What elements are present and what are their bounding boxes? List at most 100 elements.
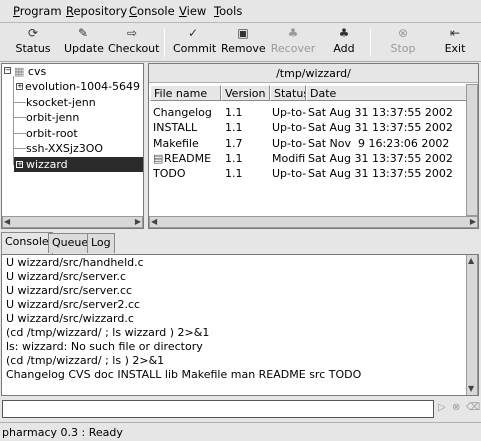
console-vertical-scrollbar[interactable]: ▲ ▼ — [466, 255, 478, 395]
update-icon: ✎ — [77, 26, 89, 40]
trash-icon: ▣ — [237, 26, 249, 40]
column-header-file-name[interactable]: File name — [150, 85, 221, 101]
file-status-cell: Modifi — [272, 152, 306, 165]
console-line: ls: wizzard: No such file or directory — [6, 340, 203, 353]
arrow-left-icon[interactable]: ◀ — [151, 217, 157, 227]
file-status-cell: Up-to- — [272, 137, 306, 150]
column-header-version[interactable]: Version — [221, 85, 270, 101]
file-name-cell[interactable]: TODO — [153, 166, 219, 181]
file-date-cell: Sat Aug 31 13:37:55 2002 — [308, 152, 453, 165]
file-version-cell: 1.1 — [225, 121, 243, 134]
tree-connector — [14, 148, 26, 149]
console-output: U wizzard/src/handheld.c U wizzard/src/s… — [1, 254, 479, 396]
console-line: U wizzard/src/server.cc — [6, 284, 133, 297]
file-version-cell: 1.7 — [225, 137, 243, 150]
tree-item[interactable]: ssh-XXSjz3OO — [26, 141, 103, 156]
checkout-icon: ⇨ — [126, 26, 138, 40]
collapse-icon[interactable]: − — [4, 67, 11, 74]
file-name-cell[interactable]: INSTALL — [153, 120, 219, 135]
menu-program[interactable]: Program — [13, 4, 62, 18]
file-vertical-scrollbar[interactable] — [466, 84, 478, 216]
file-date-cell: Sat Aug 31 13:37:55 2002 — [308, 167, 453, 180]
file-date-cell: Sat Aug 31 13:37:55 2002 — [308, 106, 453, 119]
console-line: (cd /tmp/wizzard/ ; ls wizzard ) 2>&1 — [6, 326, 210, 339]
stop-icon: ⊗ — [397, 26, 409, 40]
file-name-cell[interactable]: Changelog — [153, 105, 219, 120]
file-status-cell: Up-to- — [272, 106, 306, 119]
toolbar-separator — [370, 29, 371, 57]
command-input[interactable] — [2, 400, 434, 418]
clear-icon[interactable]: ⌫ — [466, 402, 480, 413]
folder-icon: ▦ — [14, 65, 25, 78]
tree-connector — [14, 117, 26, 118]
menu-tools[interactable]: Tools — [214, 4, 242, 18]
expand-icon[interactable]: + — [16, 161, 23, 168]
status-button[interactable]: ⟳ Status — [14, 25, 52, 61]
console-line: U wizzard/src/handheld.c — [6, 256, 144, 269]
arrow-left-icon[interactable]: ◀ — [4, 217, 10, 227]
arrow-right-icon[interactable]: ▶ — [135, 217, 141, 227]
menu-repository[interactable]: Repository — [66, 4, 127, 18]
arrow-up-icon[interactable]: ▲ — [468, 256, 474, 266]
repository-tree: − ▦ cvs + evolution-1004-5649 ksocket-je… — [1, 63, 144, 229]
menu-console[interactable]: Console — [129, 4, 175, 18]
tree-connector — [14, 133, 26, 134]
tree-connector — [14, 102, 26, 103]
file-list-pane: /tmp/wizzard/ File name Version Status D… — [148, 63, 479, 229]
column-header-status[interactable]: Status — [270, 85, 306, 101]
recover-button[interactable]: ♣ Recover — [270, 25, 316, 61]
file-date-cell: Sat Nov 9 16:23:06 2002 — [308, 137, 450, 150]
toolbar: ⟳ Status ✎ Update ⇨ Checkout ✓ Commit ▣ … — [0, 24, 481, 62]
column-header-date[interactable]: Date — [306, 85, 467, 101]
file-name-cell[interactable]: Makefile — [153, 136, 219, 151]
tree-horizontal-scrollbar[interactable]: ◀ ▶ — [2, 216, 143, 228]
current-path: /tmp/wizzard/ — [149, 64, 478, 83]
exit-icon: ⇤ — [449, 26, 461, 40]
tree-connector — [13, 76, 14, 165]
file-status-cell: Up-to- — [272, 167, 306, 180]
file-version-cell: 1.1 — [225, 106, 243, 119]
tree-item[interactable]: orbit-root — [26, 126, 78, 141]
tab-log[interactable]: Log — [87, 233, 115, 253]
commit-button[interactable]: ✓ Commit — [173, 25, 216, 61]
status-bar: pharmacy 0.3 : Ready — [0, 422, 481, 441]
expand-icon[interactable]: + — [16, 83, 23, 90]
add-button[interactable]: ♣ Add — [329, 25, 359, 61]
tree-item[interactable]: ksocket-jenn — [26, 95, 96, 110]
file-version-cell: 1.1 — [225, 167, 243, 180]
file-name-cell[interactable]: README — [164, 151, 220, 166]
checkout-button[interactable]: ⇨ Checkout — [108, 25, 159, 61]
recover-icon: ♣ — [287, 26, 299, 40]
tab-console[interactable]: Console — [1, 232, 53, 254]
arrow-right-icon[interactable]: ▶ — [470, 217, 476, 227]
refresh-icon: ⟳ — [27, 26, 39, 40]
console-line: U wizzard/src/server.c — [6, 270, 127, 283]
exit-button[interactable]: ⇤ Exit — [442, 25, 468, 61]
file-version-cell: 1.1 — [225, 152, 243, 165]
tree-item[interactable]: evolution-1004-5649 — [25, 79, 140, 94]
tab-queue[interactable]: Queue — [48, 233, 93, 253]
file-status-cell: Up-to- — [272, 121, 306, 134]
console-line: U wizzard/src/wizzard.c — [6, 312, 134, 325]
console-line: Changelog CVS doc INSTALL lib Makefile m… — [6, 368, 362, 381]
add-icon: ♣ — [338, 26, 350, 40]
tree-root[interactable]: ▦ cvs — [14, 64, 46, 79]
file-horizontal-scrollbar[interactable]: ◀ ▶ — [149, 216, 478, 228]
stop-icon[interactable]: ⊗ — [452, 402, 460, 413]
run-icon[interactable]: ▷ — [438, 402, 446, 413]
arrow-down-icon[interactable]: ▼ — [468, 384, 474, 394]
file-date-cell: Sat Aug 31 13:37:55 2002 — [308, 121, 453, 134]
modified-file-icon: ▤ — [153, 152, 163, 165]
stop-button[interactable]: ⊗ Stop — [388, 25, 418, 61]
remove-button[interactable]: ▣ Remove — [221, 25, 266, 61]
console-line: U wizzard/src/server2.cc — [6, 298, 141, 311]
status-text: pharmacy 0.3 : Ready — [2, 426, 123, 439]
tree-item-selected[interactable]: wizzard — [14, 157, 143, 172]
menubar: Program Repository Console View Tools — [0, 0, 481, 23]
update-button[interactable]: ✎ Update — [64, 25, 104, 61]
console-line: (cd /tmp/wizzard/ ; ls ) 2>&1 — [6, 354, 165, 367]
toolbar-separator — [164, 29, 165, 57]
checkmark-icon: ✓ — [187, 26, 199, 40]
menu-view[interactable]: View — [179, 4, 206, 18]
tree-item[interactable]: orbit-jenn — [26, 110, 79, 125]
